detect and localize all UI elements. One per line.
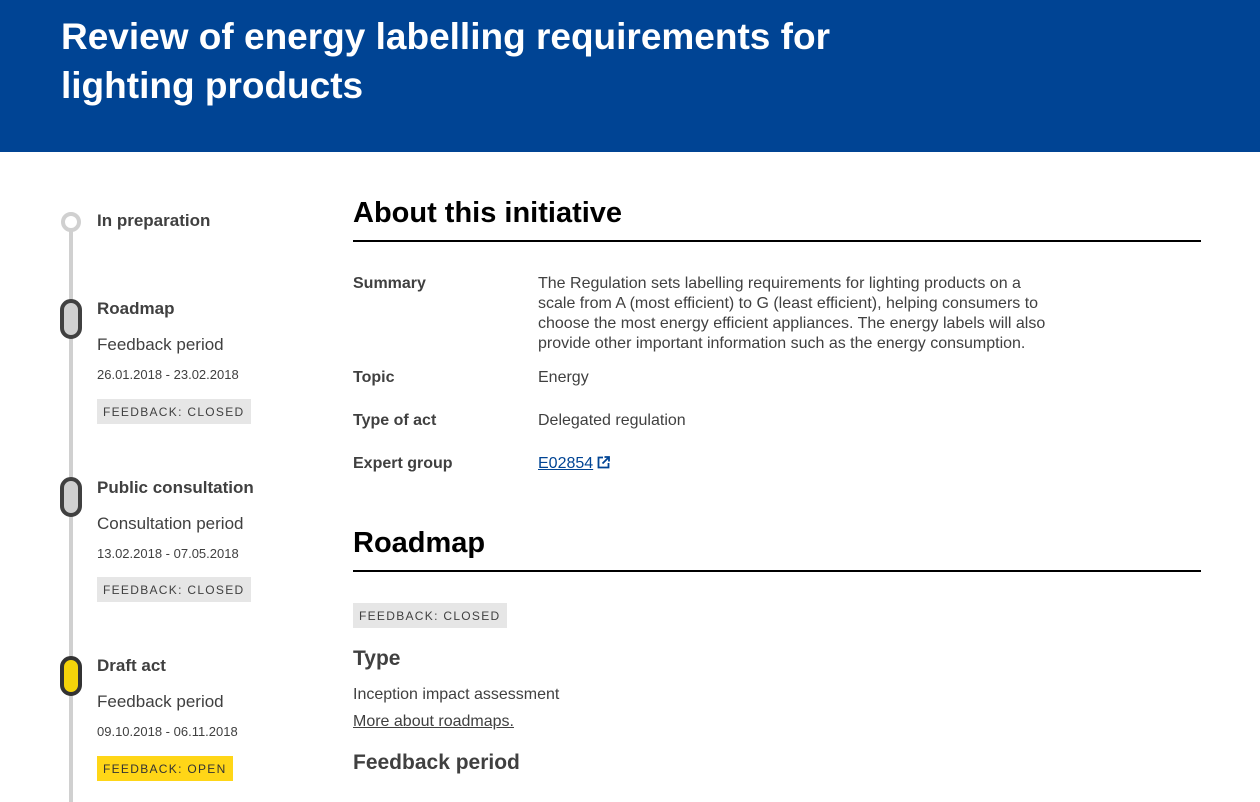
stage-dates-roadmap: 26.01.2018 - 23.02.2018 (97, 367, 239, 382)
type-of-act-label: Type of act (353, 412, 437, 429)
stage-title-in-preparation: In preparation (97, 211, 211, 230)
stage-dates-public-consultation: 13.02.2018 - 07.05.2018 (97, 546, 239, 561)
status-badge-draft-act: FEEDBACK: OPEN (97, 756, 233, 781)
expert-group-label: Expert group (353, 455, 453, 472)
status-badge-roadmap: FEEDBACK: CLOSED (97, 399, 251, 424)
external-link-icon[interactable] (597, 455, 611, 475)
roadmap-type-value: Inception impact assessment (353, 686, 560, 703)
roadmap-type-heading: Type (353, 647, 401, 670)
about-heading: About this initiative (353, 196, 1201, 242)
stage-marker-public-consultation (60, 477, 82, 517)
more-about-roadmaps-link[interactable]: More about roadmaps. (353, 713, 514, 731)
roadmap-status-badge: FEEDBACK: CLOSED (353, 603, 507, 628)
page-header: Review of energy labelling requirements … (0, 0, 1260, 152)
type-of-act-value: Delegated regulation (538, 412, 686, 429)
topic-label: Topic (353, 369, 395, 386)
stage-marker-roadmap (60, 299, 82, 339)
stage-marker-in-preparation (61, 212, 81, 232)
stage-title-roadmap[interactable]: Roadmap (97, 299, 174, 319)
stage-period-draft-act: Feedback period (97, 692, 224, 711)
stage-period-public-consultation: Consultation period (97, 514, 244, 533)
feedback-period-heading: Feedback period (353, 751, 520, 774)
roadmap-heading: Roadmap (353, 526, 1201, 572)
expert-group-value: E02854 (538, 454, 611, 475)
expert-group-link[interactable]: E02854 (538, 455, 593, 472)
topic-value: Energy (538, 369, 589, 386)
stage-dates-draft-act: 09.10.2018 - 06.11.2018 (97, 724, 238, 739)
summary-label: Summary (353, 275, 426, 292)
page-title: Review of energy labelling requirements … (61, 16, 830, 106)
stage-title-public-consultation[interactable]: Public consultation (97, 478, 254, 498)
summary-text: The Regulation sets labelling requiremen… (538, 275, 1046, 352)
stage-marker-draft-act (60, 656, 82, 696)
status-badge-public-consultation: FEEDBACK: CLOSED (97, 577, 251, 602)
stage-title-draft-act[interactable]: Draft act (97, 656, 166, 676)
stage-period-roadmap: Feedback period (97, 335, 224, 354)
